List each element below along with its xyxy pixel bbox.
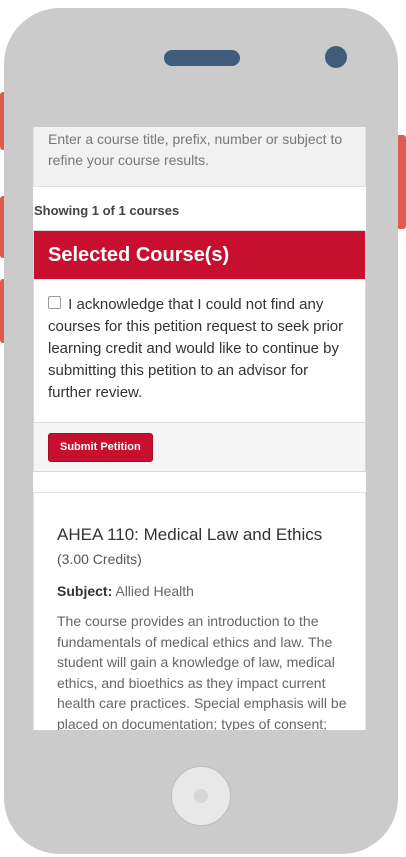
search-hint-text: Enter a course title, prefix, number or …	[48, 131, 343, 168]
selected-courses-header: Selected Course(s)	[34, 231, 365, 279]
device-mockup: Enter a course title, prefix, number or …	[0, 0, 406, 857]
course-subject-value: Allied Health	[115, 583, 194, 599]
selected-courses-panel: Selected Course(s) I acknowledge that I …	[33, 230, 366, 472]
course-description: The course provides an introduction to t…	[57, 613, 347, 730]
acknowledge-checkbox[interactable]	[48, 296, 61, 309]
course-credits: (3.00 Credits)	[57, 551, 142, 567]
course-card: AHEA 110: Medical Law and Ethics (3.00 C…	[33, 492, 366, 730]
home-button-icon	[171, 766, 231, 826]
acknowledge-section: I acknowledge that I could not find any …	[34, 279, 365, 422]
home-button-center	[194, 789, 208, 803]
submit-petition-button[interactable]: Submit Petition	[48, 433, 153, 462]
panel-footer: Submit Petition	[34, 422, 365, 471]
course-subject-label: Subject:	[57, 583, 113, 599]
course-title-line: AHEA 110: Medical Law and Ethics (3.00 C…	[57, 523, 351, 571]
course-title[interactable]: AHEA 110: Medical Law and Ethics	[57, 525, 322, 544]
phone-screen: Enter a course title, prefix, number or …	[33, 127, 366, 730]
course-subject: Subject: Allied Health	[57, 581, 351, 601]
search-hint-box: Enter a course title, prefix, number or …	[33, 127, 366, 187]
results-count: Showing 1 of 1 courses	[34, 203, 180, 218]
acknowledge-label: I acknowledge that I could not find any …	[48, 296, 344, 401]
camera-icon	[325, 46, 347, 68]
speaker-icon	[164, 50, 240, 66]
